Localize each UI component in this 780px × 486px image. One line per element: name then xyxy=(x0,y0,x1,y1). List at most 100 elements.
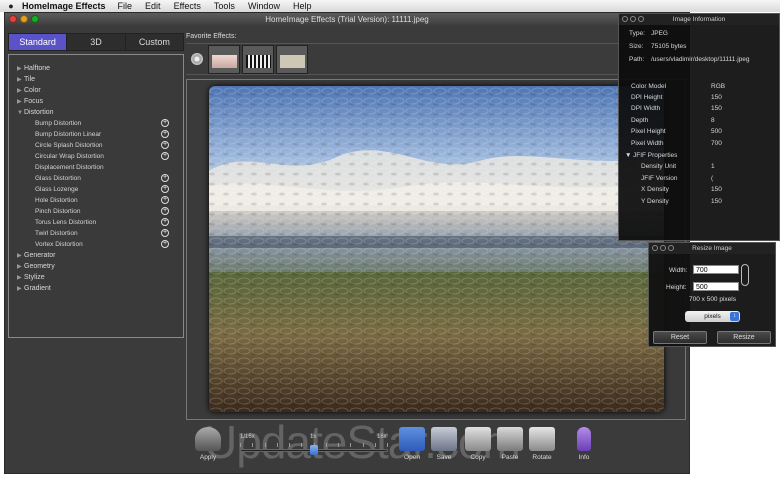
category-focus[interactable]: ▶ Focus xyxy=(9,96,183,107)
zoom-panel-button[interactable] xyxy=(668,245,674,251)
menu-file[interactable]: File xyxy=(118,1,133,11)
category-distortion[interactable]: ▼Distortion xyxy=(9,107,183,118)
height-field[interactable]: 500 xyxy=(693,282,739,291)
color-model-label: Color Model xyxy=(631,83,667,90)
width-field[interactable]: 700 xyxy=(693,265,739,274)
rotate-label: Rotate xyxy=(532,454,552,461)
rotate-button[interactable]: Rotate xyxy=(524,427,560,461)
favorite-thumbnail[interactable] xyxy=(276,45,308,74)
tab-standard[interactable]: Standard xyxy=(9,34,68,50)
info-button[interactable]: Info xyxy=(566,427,602,461)
category-tile[interactable]: ▶ Tile xyxy=(9,74,183,85)
favorite-thumbnail[interactable] xyxy=(208,45,240,74)
zoom-slider-knob[interactable] xyxy=(310,445,318,455)
effect-label: Vortex Distortion xyxy=(35,241,83,248)
add-favorite-icon[interactable]: + xyxy=(161,141,169,149)
paste-icon xyxy=(497,427,523,451)
window-title: HomeImage Effects (Trial Version): 11111… xyxy=(265,15,429,24)
effect-item[interactable]: Torus Lens Distortion + xyxy=(9,217,183,228)
app-menu[interactable]: HomeImage Effects xyxy=(22,1,106,11)
effect-item[interactable]: Displacement Distortion xyxy=(9,162,183,173)
effect-item[interactable]: Glass Lozenge + xyxy=(9,184,183,195)
effect-item[interactable]: Circle Splash Distortion + xyxy=(9,140,183,151)
effect-label: Bump Distortion xyxy=(35,120,82,127)
panel-titlebar[interactable]: Resize Image xyxy=(649,243,775,254)
apple-menu-icon[interactable]: ● xyxy=(0,1,22,11)
category-color[interactable]: ▶ Color xyxy=(9,85,183,96)
category-halftone[interactable]: ▶ Halftone xyxy=(9,63,183,74)
resize-button[interactable]: Resize xyxy=(717,331,771,344)
favorites-label: Favorite Effects: xyxy=(186,33,237,40)
category-label: Gradient xyxy=(24,285,51,292)
window-titlebar[interactable]: HomeImage Effects (Trial Version): 11111… xyxy=(5,13,689,26)
category-generator[interactable]: ▶ Generator xyxy=(9,250,183,261)
effect-item[interactable]: Glass Distortion + xyxy=(9,173,183,184)
effect-item[interactable]: Hole Distortion + xyxy=(9,195,183,206)
effect-label: Bump Distortion Linear xyxy=(35,131,102,138)
category-gradient[interactable]: ▶ Gradient xyxy=(9,283,183,294)
density-unit-value: 1 xyxy=(711,163,715,170)
menu-tools[interactable]: Tools xyxy=(214,1,235,11)
add-favorite-icon[interactable]: + xyxy=(161,218,169,226)
add-favorite-icon[interactable]: + xyxy=(161,130,169,138)
add-favorite-icon[interactable]: + xyxy=(161,207,169,215)
panel-titlebar[interactable]: Image Information xyxy=(619,14,779,25)
category-stylize[interactable]: ▶ Stylize xyxy=(9,272,183,283)
category-geometry[interactable]: ▶ Geometry xyxy=(9,261,183,272)
dpi-height-label: DPI Height xyxy=(631,94,663,101)
menu-edit[interactable]: Edit xyxy=(145,1,161,11)
close-window-button[interactable] xyxy=(9,15,17,23)
path-label: Path: xyxy=(629,56,645,63)
effect-item[interactable]: Bump Distortion + xyxy=(9,118,183,129)
open-button[interactable]: Open xyxy=(394,427,430,461)
add-favorite-icon[interactable]: + xyxy=(161,229,169,237)
paste-button[interactable]: Paste xyxy=(492,427,528,461)
minimize-window-button[interactable] xyxy=(20,15,28,23)
tab-3d[interactable]: 3D xyxy=(67,34,126,50)
minimize-panel-button[interactable] xyxy=(660,245,666,251)
zoom-panel-button[interactable] xyxy=(638,16,644,22)
pixel-width-label: Pixel Width xyxy=(631,140,664,147)
depth-label: Depth xyxy=(631,117,649,124)
dpi-height-value: 150 xyxy=(711,94,722,101)
reset-button[interactable]: Reset xyxy=(653,331,707,344)
add-favorite-icon[interactable]: + xyxy=(161,174,169,182)
unit-select[interactable]: pixels ↕ xyxy=(685,311,740,322)
apply-button[interactable]: Apply xyxy=(190,427,226,461)
save-button[interactable]: Save xyxy=(426,427,462,461)
menu-help[interactable]: Help xyxy=(293,1,312,11)
add-favorite-icon[interactable]: + xyxy=(161,185,169,193)
minimize-panel-button[interactable] xyxy=(630,16,636,22)
pixel-height-value: 500 xyxy=(711,128,722,135)
effect-item[interactable]: Twirl Distortion + xyxy=(9,228,183,239)
category-label: Distortion xyxy=(24,109,54,116)
x-density-value: 150 xyxy=(711,186,722,193)
effect-item[interactable]: Bump Distortion Linear + xyxy=(9,129,183,140)
copy-button[interactable]: Copy xyxy=(460,427,496,461)
tab-custom[interactable]: Custom xyxy=(125,34,183,50)
effects-tree: ▶ Halftone ▶ Tile ▶ Color ▶ Focus ▼Distortio… xyxy=(8,54,184,338)
link-chain-icon[interactable] xyxy=(741,264,749,286)
paste-label: Paste xyxy=(501,454,519,461)
menu-effects[interactable]: Effects xyxy=(174,1,201,11)
add-favorite-icon[interactable]: + xyxy=(161,240,169,248)
add-favorite-icon[interactable]: + xyxy=(161,196,169,204)
menu-window[interactable]: Window xyxy=(248,1,280,11)
effect-item[interactable]: Pinch Distortion + xyxy=(9,206,183,217)
image-canvas[interactable] xyxy=(186,79,686,420)
type-value: JPEG xyxy=(651,30,668,37)
effect-item[interactable]: Circular Wrap Distortion + xyxy=(9,151,183,162)
add-favorite-icon[interactable]: + xyxy=(161,119,169,127)
width-label: Width: xyxy=(669,267,688,274)
effect-label: Twirl Distortion xyxy=(35,230,78,237)
effect-label: Circle Splash Distortion xyxy=(35,142,103,149)
close-panel-button[interactable] xyxy=(652,245,658,251)
favorite-thumbnail[interactable] xyxy=(242,45,274,74)
zoom-window-button[interactable] xyxy=(31,15,39,23)
effect-item[interactable]: Vortex Distortion + xyxy=(9,239,183,250)
jfif-collapse-icon[interactable]: ▼ xyxy=(625,152,631,159)
add-favorite-icon[interactable]: + xyxy=(161,152,169,160)
save-label: Save xyxy=(436,454,452,461)
close-panel-button[interactable] xyxy=(622,16,628,22)
favorites-gear-icon[interactable] xyxy=(191,53,203,65)
